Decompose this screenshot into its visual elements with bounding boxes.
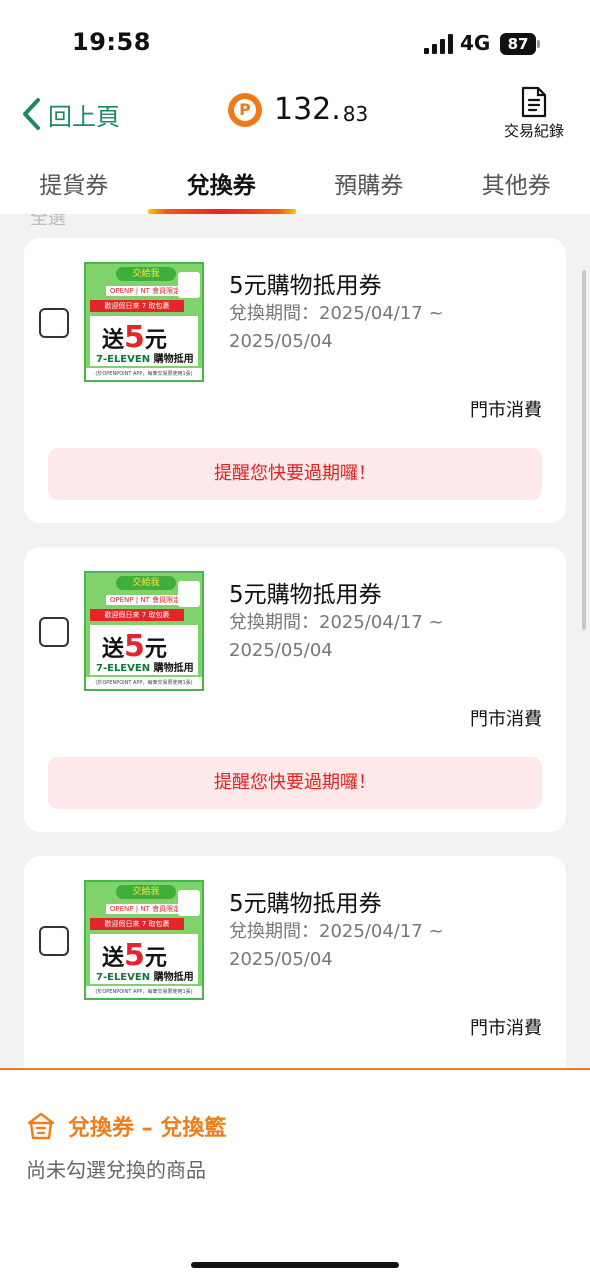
coupon-checkbox[interactable] [39,308,69,338]
coupon-checkbox[interactable] [39,617,69,647]
tab-pickup[interactable]: 提貨券 [0,152,148,214]
coupon-card: 交給我 OPENP | NT 會員限定 歡迎假日來 7 取包裹 送5元 7-EL… [24,856,566,1068]
network-label: 4G [460,31,491,55]
tab-preorder[interactable]: 預購券 [295,152,443,214]
points-decimal: 83 [342,101,369,126]
tab-bar: 提貨券 兌換券 預購券 其他券 [0,152,590,214]
coupon-card: 交給我 OPENP | NT 會員限定 歡迎假日來 7 取包裹 送5元 7-EL… [24,547,566,832]
points-main: 132. [274,92,341,127]
select-all-partial[interactable]: 全選 [30,214,66,230]
transactions-label: 交易紀錄 [503,122,564,140]
coupon-title: 5元購物抵用券 [229,582,382,608]
scrollbar[interactable] [582,270,586,630]
tab-other[interactable]: 其他券 [443,152,590,214]
coupon-list[interactable]: 全選 交給我 OPENP | NT 會員限定 歡迎假日來 7 取包裹 送5元 7… [0,214,590,1068]
back-button[interactable]: 回上頁 [20,94,120,134]
point-p-icon: P [228,92,262,127]
basket-empty-text: 尚未勾選兌換的商品 [26,1158,206,1182]
signal-icon [424,34,454,54]
transactions-button[interactable]: 交易紀錄 [494,86,574,141]
document-icon [521,86,547,118]
expiry-reminder: 提醒您快要過期囉！ [48,448,542,500]
coupon-thumbnail: 交給我 OPENP | NT 會員限定 歡迎假日來 7 取包裹 送5元 7-EL… [84,571,204,691]
coupon-title: 5元購物抵用券 [229,273,382,299]
coupon-thumbnail: 交給我 OPENP | NT 會員限定 歡迎假日來 7 取包裹 送5元 7-EL… [84,880,204,1000]
coupon-period: 兌換期間：2025/04/17 ~ 2025/05/04 [229,612,444,661]
back-chevron-icon [23,98,40,130]
battery-nub [537,40,540,48]
store-label: 門市消費 [470,400,542,421]
back-label: 回上頁 [48,102,120,131]
battery-icon: 87 [500,33,536,55]
coupon-period: 兌換期間：2025/04/17 ~ 2025/05/04 [229,921,444,970]
status-bar: 19:58 4G 87 [0,0,590,80]
store-label: 門市消費 [470,709,542,730]
coupon-title: 5元購物抵用券 [229,891,382,917]
coupon-card: 交給我 OPENP | NT 會員限定 歡迎假日來 7 取包裹 送5元 7-EL… [24,238,566,523]
header: 回上頁 P 132. 83 交易紀錄 [0,80,590,152]
points-display: P 132. 83 [228,92,368,127]
basket-title: 兌換券 – 兌換籃 [68,1116,227,1141]
expiry-reminder: 提醒您快要過期囉！ [48,757,542,809]
status-time: 19:58 [72,28,151,56]
basket-icon [27,1112,55,1140]
coupon-period: 兌換期間：2025/04/17 ~ 2025/05/04 [229,303,444,352]
home-indicator [191,1262,399,1268]
tab-exchange[interactable]: 兌換券 [147,152,295,214]
coupon-thumbnail: 交給我 OPENP | NT 會員限定 歡迎假日來 7 取包裹 送5元 7-EL… [84,262,204,382]
store-label: 門市消費 [470,1018,542,1039]
exchange-basket: 兌換券 – 兌換籃 尚未勾選兌換的商品 [0,1068,590,1279]
basket-header[interactable]: 兌換券 – 兌換籃 [26,1110,226,1142]
coupon-checkbox[interactable] [39,926,69,956]
